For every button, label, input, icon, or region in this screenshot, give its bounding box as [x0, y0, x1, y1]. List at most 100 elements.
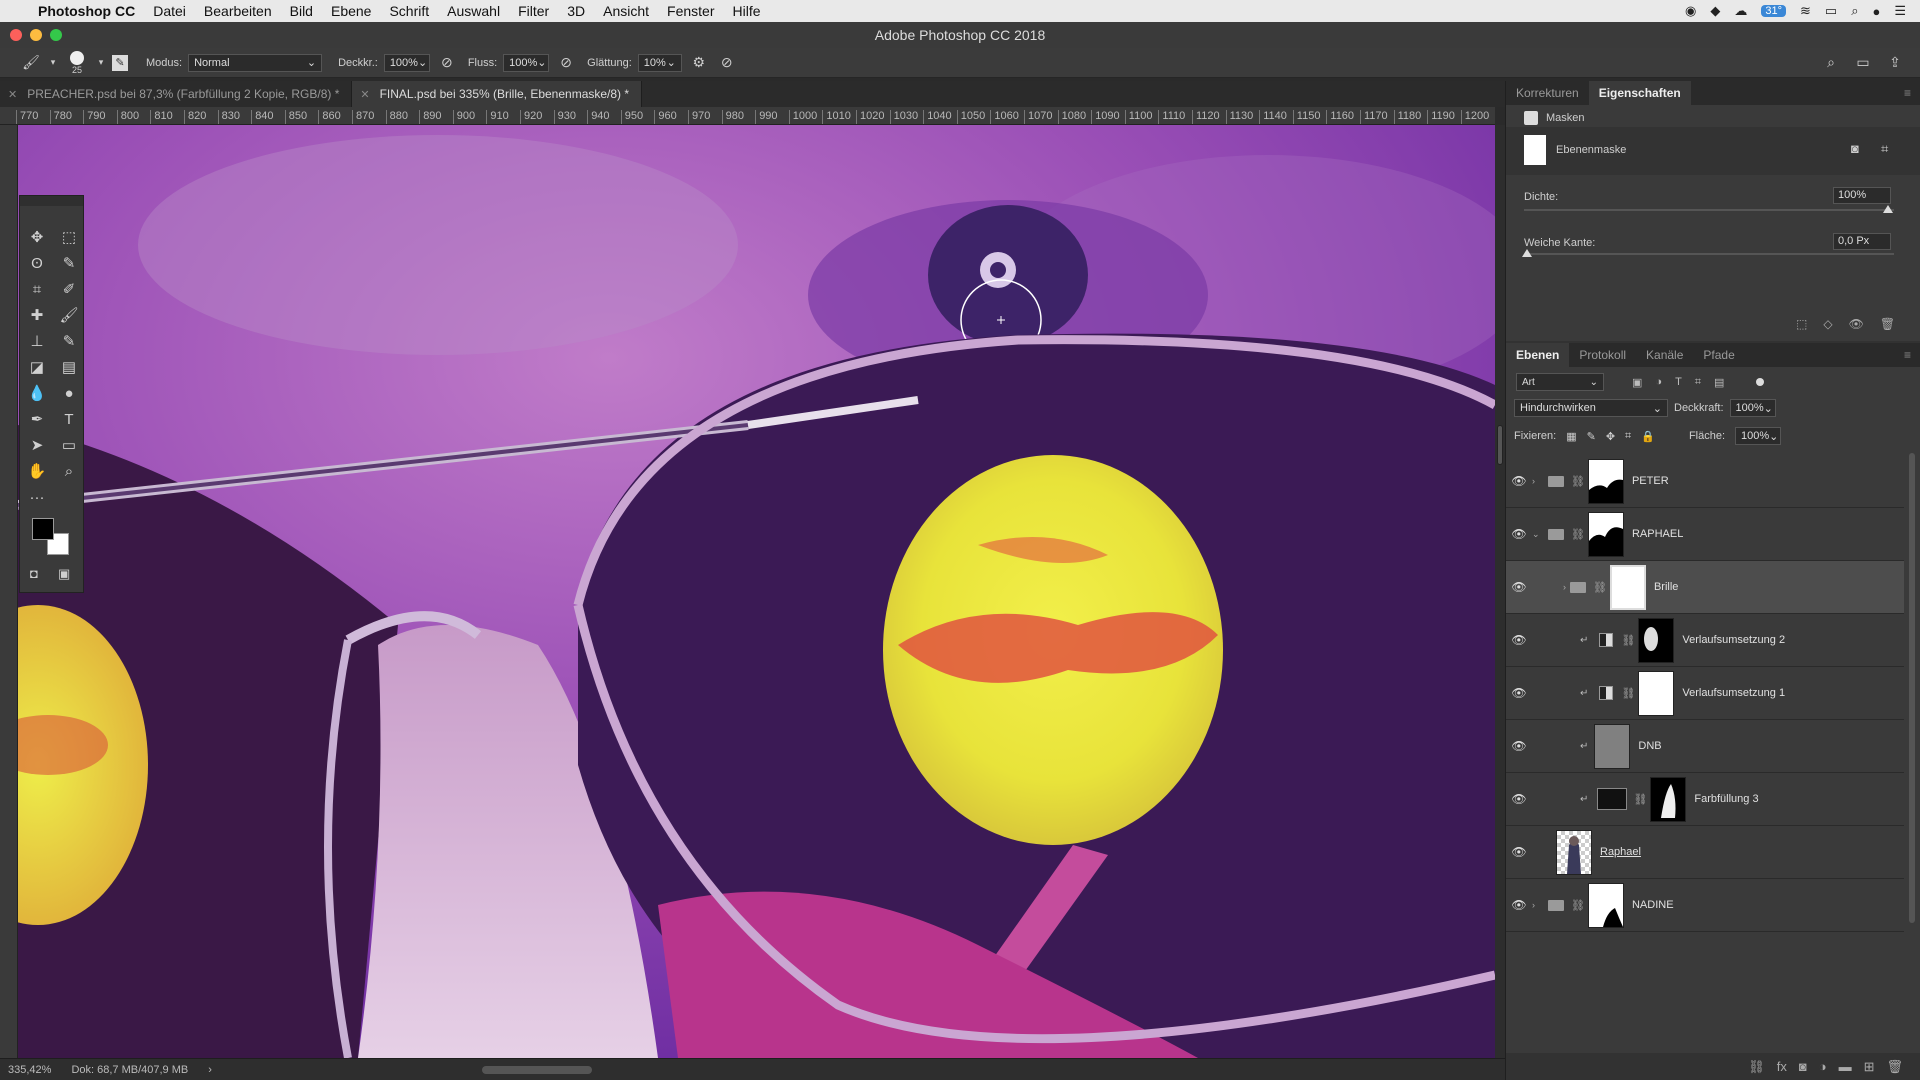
layer-row-verlaufsumsetzung-1[interactable]: 👁 ↵ ⛓ Verlaufsumsetzung 1	[1506, 667, 1904, 720]
layer-row-nadine[interactable]: 👁 › ⛓ NADINE	[1506, 879, 1904, 932]
minimize-window-button[interactable]	[30, 29, 42, 41]
link-icon[interactable]: ⛓	[1571, 528, 1585, 541]
horizontal-scrollbar[interactable]	[481, 1065, 592, 1074]
chevron-down-icon[interactable]: ⌄	[1532, 529, 1544, 540]
more-tools-icon[interactable]: ···	[21, 484, 53, 510]
search-icon[interactable]: ⌕	[1820, 52, 1842, 74]
link-icon[interactable]: ⛓	[1633, 793, 1647, 806]
layer-row-farbfuellung-3[interactable]: 👁 ↵ ⛓ Farbfüllung 3	[1506, 773, 1904, 826]
temperature-badge[interactable]: 31°	[1761, 5, 1786, 17]
chevron-right-icon[interactable]: ›	[1532, 582, 1566, 592]
type-tool-icon[interactable]: T	[53, 406, 85, 432]
share-icon[interactable]: ⇪	[1884, 52, 1906, 74]
eye-icon[interactable]: 👁	[1506, 633, 1532, 647]
filter-shape-icon[interactable]: ⌗	[1695, 376, 1701, 389]
siri-icon[interactable]: ●	[1872, 4, 1880, 19]
link-layers-icon[interactable]: ⛓	[1748, 1059, 1765, 1075]
close-icon[interactable]: ✕	[360, 88, 369, 101]
menu-fenster[interactable]: Fenster	[667, 3, 714, 19]
chevron-right-icon[interactable]: ›	[1532, 476, 1544, 486]
menu-3d[interactable]: 3D	[567, 3, 585, 19]
new-layer-icon[interactable]: ⊞	[1864, 1059, 1875, 1075]
link-icon[interactable]: ⛓	[1621, 634, 1635, 647]
menu-schrift[interactable]: Schrift	[389, 3, 429, 19]
dropbox-icon[interactable]: ◆	[1710, 3, 1720, 19]
flow-field[interactable]: 100% ⌄	[503, 53, 550, 72]
menu-filter[interactable]: Filter	[518, 3, 549, 19]
record-icon[interactable]: ◉	[1685, 3, 1696, 19]
vertical-ruler[interactable]	[0, 125, 18, 1058]
filter-smartobject-icon[interactable]: ▤	[1714, 376, 1724, 389]
quick-mask-icon[interactable]: ◘	[30, 566, 38, 581]
screen-mode-icon[interactable]: ▣	[58, 566, 70, 582]
filter-adjustment-icon[interactable]: ◑	[1655, 376, 1662, 389]
lock-position-icon[interactable]: ✥	[1606, 430, 1615, 443]
layer-row-raphael[interactable]: 👁 Raphael	[1506, 826, 1904, 879]
trash-icon[interactable]: 🗑	[1880, 317, 1895, 331]
eye-icon[interactable]: 👁	[1506, 739, 1532, 753]
link-icon[interactable]: ⛓	[1593, 581, 1607, 594]
filter-type-icon[interactable]: T	[1675, 376, 1682, 389]
menu-auswahl[interactable]: Auswahl	[447, 3, 500, 19]
zoom-window-button[interactable]	[50, 29, 62, 41]
tab-protokoll[interactable]: Protokoll	[1569, 343, 1636, 367]
menu-datei[interactable]: Datei	[153, 3, 186, 19]
layer-mask-thumbnail[interactable]	[1587, 882, 1624, 928]
vector-mask-icon[interactable]: ⌗	[1881, 141, 1888, 157]
tab-eigenschaften[interactable]: Eigenschaften	[1588, 81, 1691, 105]
tab-ebenen[interactable]: Ebenen	[1506, 343, 1570, 367]
tab-korrekturen[interactable]: Korrekturen	[1506, 81, 1589, 105]
layer-filter-select[interactable]: Art ⌄	[1516, 373, 1604, 391]
hand-tool-icon[interactable]: ✋	[21, 458, 53, 484]
airbrush-icon[interactable]: ⊘	[555, 52, 577, 74]
eye-icon[interactable]: 👁	[1506, 898, 1532, 912]
menu-app-name[interactable]: Photoshop CC	[38, 3, 135, 19]
tab-final[interactable]: ✕ FINAL.psd bei 335% (Brille, Ebenenmask…	[352, 81, 643, 107]
fx-icon[interactable]: fx	[1777, 1059, 1787, 1074]
layer-mask-thumbnail[interactable]	[1587, 458, 1624, 504]
gradient-tool-icon[interactable]: ▤	[53, 354, 85, 380]
document-canvas[interactable]	[18, 125, 1495, 1058]
eye-icon[interactable]: 👁	[1849, 317, 1864, 331]
brush-size-picker[interactable]: 25	[64, 50, 90, 75]
layer-row-raphael-group[interactable]: 👁 ⌄ ⛓ RAPHAEL	[1506, 508, 1904, 561]
foreground-color-swatch[interactable]	[32, 518, 54, 540]
feather-slider-knob[interactable]	[1522, 249, 1532, 257]
wifi-icon[interactable]: ≋	[1800, 3, 1811, 19]
blend-mode-select[interactable]: Hindurchwirken ⌄	[1514, 399, 1668, 417]
eraser-tool-icon[interactable]: ◪	[21, 354, 53, 380]
pixel-mask-icon[interactable]: ◙	[1851, 141, 1859, 156]
new-group-icon[interactable]: ▬	[1839, 1059, 1852, 1074]
layer-row-peter[interactable]: 👁 › ⛓ PETER	[1506, 455, 1904, 508]
link-icon[interactable]: ⛓	[1621, 687, 1635, 700]
quick-selection-tool-icon[interactable]: ✎	[53, 250, 85, 276]
crop-tool-icon[interactable]: ⌗	[21, 276, 53, 302]
lock-transparency-icon[interactable]: ▦	[1566, 430, 1576, 443]
spotlight-icon[interactable]: ⌕	[1851, 3, 1858, 19]
rectangle-tool-icon[interactable]: ▭	[53, 432, 85, 458]
lock-all-icon[interactable]: 🔒	[1641, 430, 1655, 443]
eye-icon[interactable]: 👁	[1506, 792, 1532, 806]
trash-icon[interactable]: 🗑	[1886, 1059, 1903, 1075]
smoothing-field[interactable]: 10% ⌄	[637, 53, 682, 72]
history-brush-tool-icon[interactable]: ✎	[53, 328, 85, 354]
brush-settings-panel-icon[interactable]: ✎	[112, 54, 128, 71]
menu-bearbeiten[interactable]: Bearbeiten	[204, 3, 272, 19]
filter-pixel-icon[interactable]: ▣	[1632, 376, 1642, 389]
tools-panel-header[interactable]	[20, 196, 83, 206]
pressure-opacity-icon[interactable]: ⊘	[436, 52, 458, 74]
chevron-right-icon[interactable]: ›	[208, 1064, 212, 1076]
workspace-icon[interactable]: ▭	[1852, 52, 1874, 74]
density-slider-knob[interactable]	[1883, 205, 1893, 213]
layer-mask-thumbnail[interactable]	[1609, 564, 1646, 610]
layer-mask-thumbnail[interactable]	[1587, 511, 1624, 557]
feather-slider-track[interactable]	[1524, 253, 1894, 255]
lock-pixels-icon[interactable]: ✎	[1587, 430, 1596, 443]
layer-mask-thumbnail[interactable]	[1650, 776, 1687, 822]
horizontal-ruler[interactable]: 770 780 790 800 810 820 830 840 850 860 870 880 890 9…	[0, 107, 1495, 125]
vertical-scrollbar[interactable]	[1495, 125, 1505, 1058]
eye-icon[interactable]: 👁	[1506, 580, 1532, 594]
menu-ebene[interactable]: Ebene	[331, 3, 371, 19]
fill-field[interactable]: 100% ⌄	[1735, 427, 1782, 445]
layer-thumbnail[interactable]	[1594, 723, 1631, 769]
